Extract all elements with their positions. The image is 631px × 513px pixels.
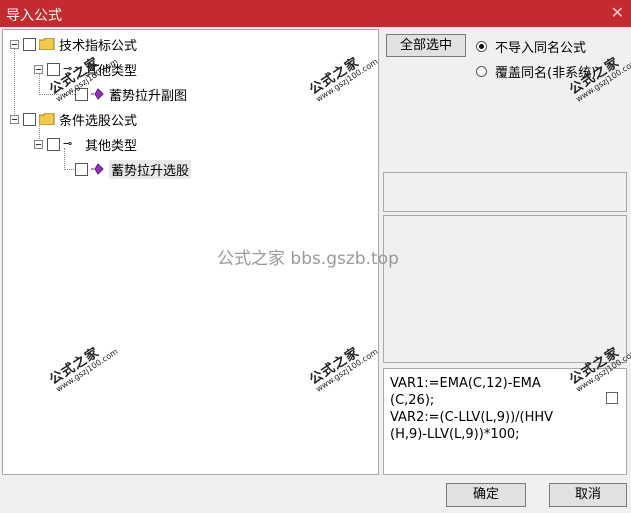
formula-code: VAR1:=EMA(C,12)-EMA (C,26); VAR2:=(C-LLV… bbox=[390, 375, 590, 443]
code-line: VAR2:=(C-LLV(L,9))/(HHV bbox=[390, 410, 554, 425]
radio-overwrite[interactable]: 覆盖同名(非系统) bbox=[476, 62, 596, 81]
code-line: VAR1:=EMA(C,12)-EMA bbox=[390, 376, 541, 391]
node-checkbox[interactable] bbox=[23, 112, 36, 126]
folder-icon bbox=[39, 38, 55, 50]
collapse-icon[interactable] bbox=[34, 139, 43, 149]
window-title: 导入公式 bbox=[6, 8, 62, 24]
code-line: (C,26); bbox=[390, 393, 435, 408]
tree-node-label: 蓄势拉升副图 bbox=[109, 88, 188, 104]
collapse-icon[interactable] bbox=[34, 64, 43, 74]
formula-gem-icon bbox=[91, 163, 104, 175]
preview-checkbox[interactable] bbox=[606, 392, 618, 404]
radio-label: 覆盖同名(非系统) bbox=[495, 66, 597, 81]
tree-node-label: 技术指标公式 bbox=[59, 38, 138, 54]
code-line: (H,9)-LLV(L,9))*100; bbox=[390, 427, 520, 442]
tree-node-formula-screen[interactable]: 蓄势拉升选股 bbox=[75, 159, 192, 179]
radio-dot[interactable] bbox=[476, 41, 487, 52]
info-panel-middle bbox=[383, 215, 627, 363]
radio-label: 不导入同名公式 bbox=[495, 41, 587, 56]
tree-node-label: 其他类型 bbox=[85, 63, 138, 79]
cancel-button[interactable]: 取消 bbox=[549, 483, 627, 507]
tree-node-other-types-1[interactable]: ⊸ 其他类型 bbox=[34, 59, 137, 79]
info-panel-top bbox=[383, 172, 627, 212]
tree-node-formula-subchart[interactable]: 蓄势拉升副图 bbox=[75, 84, 187, 104]
radio-dot[interactable] bbox=[476, 66, 487, 77]
formula-gem-icon bbox=[91, 88, 104, 100]
tree-node-label: 其他类型 bbox=[85, 138, 138, 154]
key-icon: ⊸ bbox=[63, 62, 73, 75]
radio-skip-duplicates[interactable]: 不导入同名公式 bbox=[476, 37, 586, 56]
tree-connector bbox=[39, 94, 75, 95]
collapse-icon[interactable] bbox=[10, 114, 19, 124]
node-checkbox[interactable] bbox=[23, 37, 36, 51]
ok-button[interactable]: 确定 bbox=[446, 483, 526, 507]
tree-node-label: 条件选股公式 bbox=[59, 113, 138, 129]
key-icon: ⊸ bbox=[63, 137, 73, 150]
node-checkbox[interactable] bbox=[75, 162, 88, 176]
collapse-icon[interactable] bbox=[10, 39, 19, 49]
tree-node-tech-indicators[interactable]: 技术指标公式 bbox=[10, 34, 137, 54]
title-bar: 导入公式 ✕ bbox=[0, 0, 631, 27]
tree-node-stock-screening[interactable]: 条件选股公式 bbox=[10, 109, 137, 129]
formula-preview: VAR1:=EMA(C,12)-EMA (C,26); VAR2:=(C-LLV… bbox=[383, 368, 627, 475]
tree-node-label: 蓄势拉升选股 bbox=[109, 159, 192, 179]
select-all-button[interactable]: 全部选中 bbox=[386, 34, 466, 57]
close-icon[interactable]: ✕ bbox=[611, 3, 624, 22]
node-checkbox[interactable] bbox=[75, 87, 88, 101]
folder-icon bbox=[39, 113, 55, 125]
center-watermark: 公式之家 bbs.gszb.top bbox=[217, 249, 399, 269]
node-checkbox[interactable] bbox=[47, 62, 60, 76]
tree-node-other-types-2[interactable]: ⊸ 其他类型 bbox=[34, 134, 137, 154]
node-checkbox[interactable] bbox=[47, 137, 60, 151]
tree-connector bbox=[14, 48, 15, 118]
